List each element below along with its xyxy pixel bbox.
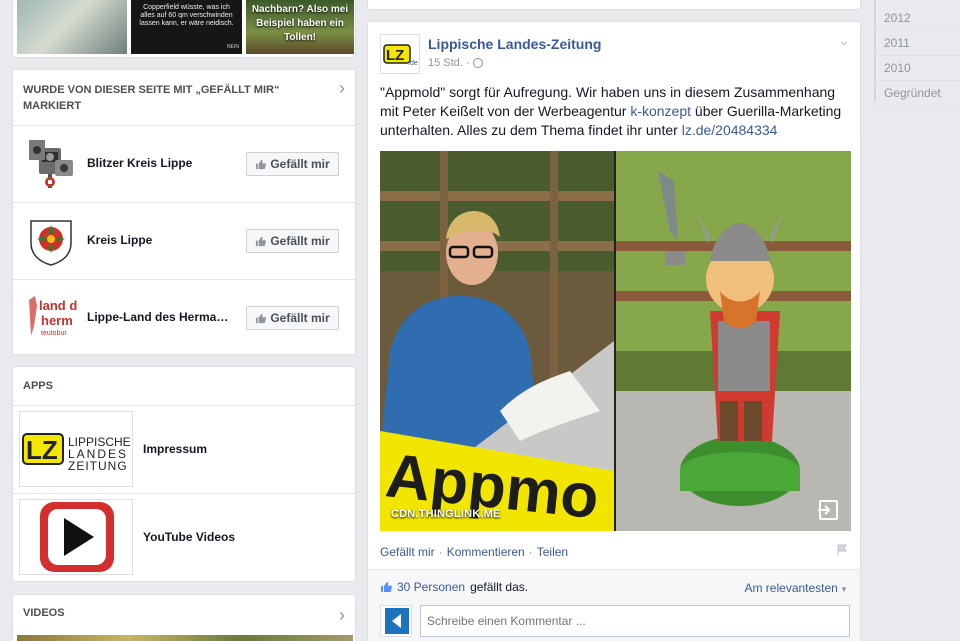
photo-thumbnail[interactable]: Nachbarn? Also mei Beispiel haben ein To…: [246, 0, 354, 54]
like-post-link[interactable]: Gefällt mir: [380, 545, 435, 559]
caret-down-icon: ▼: [837, 585, 848, 594]
chevron-right-icon[interactable]: ›: [339, 79, 345, 97]
flag-icon[interactable]: [836, 544, 848, 556]
svg-text:land d: land d: [39, 298, 77, 313]
post-feedback: 30 Personen gefällt das. Am relevanteste…: [368, 569, 860, 641]
separator: ·: [438, 545, 443, 559]
app-name[interactable]: Impressum: [143, 442, 207, 456]
apps-section: APPS LZ LIPPISCHE LANDES ZEITUNG Impress…: [12, 366, 356, 582]
section-header[interactable]: VIDEOS ›: [13, 595, 355, 631]
post-actions: Gefällt mir · Kommentieren · Teilen: [380, 545, 568, 559]
svg-text:LZ: LZ: [386, 47, 404, 64]
video-thumbnails[interactable]: [17, 635, 353, 641]
timeline-year[interactable]: 2011: [874, 31, 960, 56]
photo-corner-text: NEIN: [227, 44, 239, 50]
lippe-rose-crest-icon[interactable]: [25, 215, 77, 267]
section-title: WURDE VON DIESER SEITE MIT „GEFÄLLT MIR“…: [23, 84, 280, 112]
land-des-hermann-logo[interactable]: land d herm teutobur: [25, 292, 77, 344]
section-header: APPS: [13, 367, 355, 406]
photo-text: Nachbarn? Also mei Beispiel haben ein To…: [251, 4, 349, 43]
post-timestamp[interactable]: 15 Std. ·: [428, 57, 470, 69]
liked-page-row: Blitzer Kreis Lippe Gefällt mir: [13, 126, 355, 203]
like-page-button[interactable]: Gefällt mir: [246, 152, 339, 176]
timeline-year[interactable]: 2012: [874, 0, 960, 31]
app-row[interactable]: LZ LIPPISCHE LANDES ZEITUNG Impressum: [13, 406, 355, 494]
post-text: "Appmold" sorgt für Aufregung. Wir haben…: [380, 83, 850, 140]
liked-page-row: land d herm teutobur Lippe-Land des Herm…: [13, 280, 355, 357]
post: LZ .de Lippische Landes-Zeitung 15 Std. …: [367, 21, 861, 641]
chevron-right-icon[interactable]: ›: [339, 605, 345, 626]
liked-page-row: Kreis Lippe Gefällt mir: [13, 203, 355, 280]
commenter-avatar: [380, 605, 412, 637]
page-name[interactable]: Kreis Lippe: [87, 233, 243, 247]
page-name[interactable]: Lippe-Land des Herma…: [87, 310, 243, 324]
comment-input[interactable]: [420, 605, 850, 637]
like-button-label: Gefällt mir: [270, 311, 330, 325]
thumbs-up-icon: [381, 582, 392, 592]
svg-text:herm: herm: [41, 313, 73, 328]
timeline-year[interactable]: 2010: [874, 56, 960, 81]
photo-thumbnail[interactable]: Copperfield wüsste, was ich alles auf 60…: [131, 0, 242, 54]
like-page-button[interactable]: Gefällt mir: [246, 229, 339, 253]
post-link[interactable]: k-konzept: [630, 103, 691, 119]
like-button-label: Gefällt mir: [270, 234, 330, 248]
youtube-play-icon[interactable]: [19, 499, 133, 575]
comment-link[interactable]: Kommentieren: [447, 545, 525, 559]
enter-fullscreen-icon[interactable]: [817, 499, 839, 521]
like-button-label: Gefällt mir: [270, 157, 330, 171]
section-title: VIDEOS: [23, 607, 65, 619]
section-header[interactable]: WURDE VON DIESER SEITE MIT „GEFÄLLT MIR“…: [13, 70, 355, 126]
post-meta: 15 Std. ·: [428, 57, 483, 69]
logo-text: ZEITUNG: [68, 459, 128, 473]
lz-logo[interactable]: LZ LIPPISCHE LANDES ZEITUNG: [19, 411, 133, 487]
post-image[interactable]: Appmo CDN.THINGLINK.ME: [380, 151, 851, 531]
like-page-button[interactable]: Gefällt mir: [246, 306, 339, 330]
likes-summary: 30 Personen gefällt das.: [380, 580, 528, 594]
image-source-caption: CDN.THINGLINK.ME: [391, 508, 501, 520]
likes-suffix: gefällt das.: [470, 580, 529, 594]
thumbs-up-icon: [256, 159, 267, 169]
liked-pages-section: WURDE VON DIESER SEITE MIT „GEFÄLLT MIR“…: [12, 69, 356, 355]
author-avatar[interactable]: LZ .de: [380, 34, 420, 74]
share-link[interactable]: Teilen: [537, 545, 568, 559]
svg-text:LZ: LZ: [26, 435, 58, 465]
app-row[interactable]: YouTube Videos: [13, 494, 355, 582]
thumbs-up-icon: [256, 236, 267, 246]
chevron-down-icon[interactable]: ⌄: [838, 32, 850, 49]
photo-thumbnail[interactable]: [17, 0, 127, 54]
separator: ·: [528, 545, 533, 559]
post-link[interactable]: lz.de/20484334: [682, 122, 778, 138]
post-author-link[interactable]: Lippische Landes-Zeitung: [428, 36, 601, 52]
svg-text:teutobur: teutobur: [41, 330, 67, 337]
photo-strip: Copperfield wüsste, was ich alles auf 60…: [12, 0, 356, 58]
previous-post-stub: [367, 0, 861, 10]
timeline-years: 2012 2011 2010 Gegründet: [874, 0, 960, 106]
likes-count-link[interactable]: 30 Personen: [397, 580, 465, 594]
comment-sort-dropdown[interactable]: Am relevantesten ▼: [744, 581, 848, 595]
svg-text:.de: .de: [408, 60, 418, 67]
photo-text: Copperfield wüsste, was ich alles auf 60…: [139, 4, 234, 27]
sort-label: Am relevantesten: [744, 581, 838, 595]
page-name[interactable]: Blitzer Kreis Lippe: [87, 156, 243, 170]
videos-section: VIDEOS ›: [12, 594, 356, 641]
comment-composer: [380, 605, 850, 639]
speed-camera-icon[interactable]: [25, 138, 77, 190]
globe-icon[interactable]: [472, 58, 483, 68]
section-title: APPS: [23, 380, 53, 392]
thumbs-up-icon: [256, 313, 267, 323]
app-name[interactable]: YouTube Videos: [143, 530, 235, 544]
timeline-founded[interactable]: Gegründet: [874, 81, 960, 106]
